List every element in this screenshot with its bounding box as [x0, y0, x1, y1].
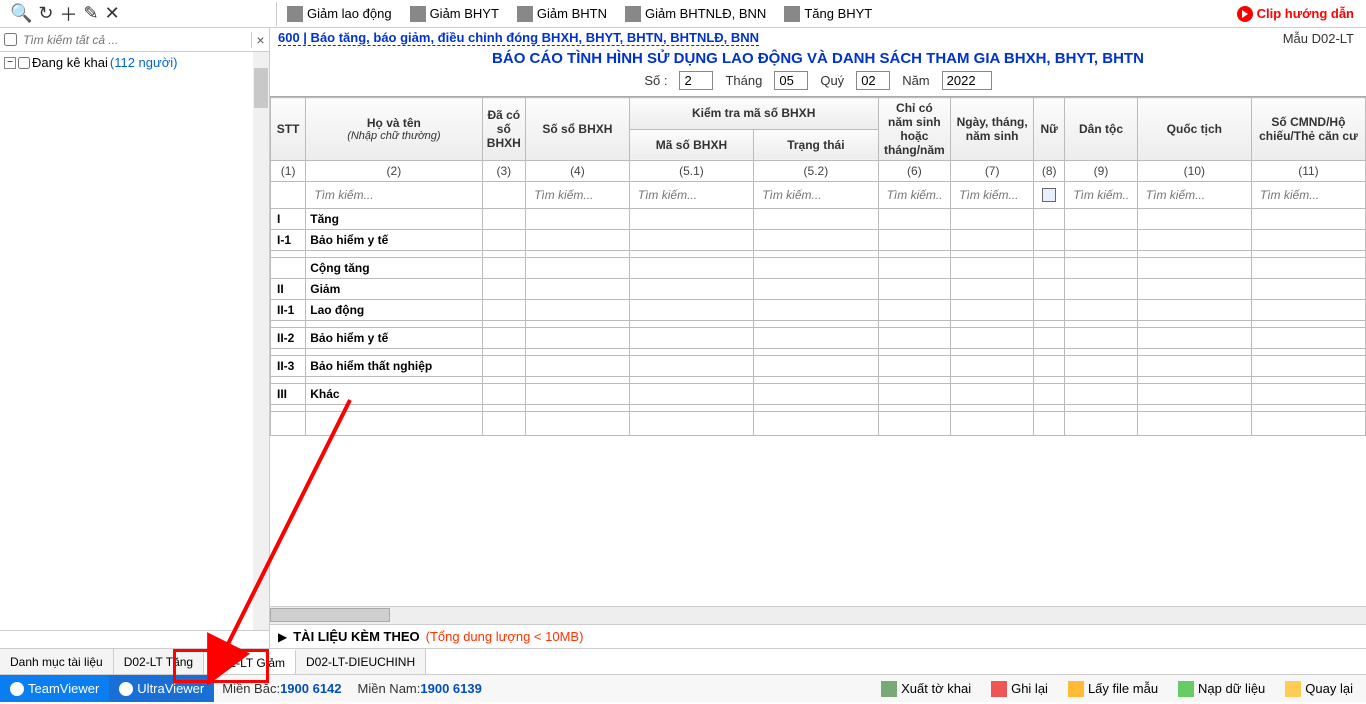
thang-label: Tháng	[725, 73, 762, 88]
filter-maso[interactable]	[634, 185, 749, 205]
btn-label: Giảm BHTN	[537, 6, 607, 21]
filter-nu-checkbox-icon[interactable]	[1042, 188, 1056, 202]
collapse-icon[interactable]: −	[4, 57, 16, 69]
attach-label: TÀI LIỆU KÈM THEO	[293, 629, 419, 644]
tree-root-item[interactable]: − Đang kê khai (112 người)	[4, 54, 265, 71]
giam-bhtnld-button[interactable]: Giảm BHTNLĐ, BNN	[617, 4, 774, 24]
search-all-checkbox[interactable]	[4, 33, 17, 46]
col-cmnd[interactable]: Số CMND/Hộ chiếu/Thẻ căn cư	[1251, 98, 1365, 161]
col-daco[interactable]: Đã có số BHXH	[482, 98, 526, 161]
quy-input[interactable]	[856, 71, 890, 90]
col-soso[interactable]: Số sổ BHXH	[526, 98, 630, 161]
table-row[interactable]	[271, 377, 1366, 384]
tab-d02lt-giam[interactable]: D02-LT Giảm	[204, 649, 296, 674]
card-up-icon	[784, 6, 800, 22]
col-stt[interactable]: STT	[271, 98, 306, 161]
xuat-tokhai-button[interactable]: Xuất tờ khai	[872, 678, 980, 700]
search-icon[interactable]: 🔍	[10, 3, 32, 24]
filter-trangthai[interactable]	[758, 185, 873, 205]
tree-footer	[0, 630, 269, 648]
tang-bhyt-button[interactable]: Tăng BHYT	[776, 4, 880, 24]
grid-hscrollbar[interactable]	[270, 606, 1366, 624]
refresh-icon[interactable]: ↻	[38, 3, 53, 24]
filter-hoten[interactable]	[310, 185, 477, 205]
teamviewer-button[interactable]: TeamViewer	[0, 675, 109, 702]
table-row[interactable]	[271, 405, 1366, 412]
so-label: Số :	[644, 73, 667, 88]
btn-label: Giảm BHTNLĐ, BNN	[645, 6, 766, 21]
col-maso[interactable]: Mã số BHXH	[629, 129, 753, 161]
col-nu[interactable]: Nữ	[1034, 98, 1065, 161]
edit-icon[interactable]: ✎	[84, 3, 99, 24]
tree-root-checkbox[interactable]	[18, 57, 30, 69]
filter-chico[interactable]	[883, 185, 947, 205]
card-down-icon	[517, 6, 533, 22]
ultraviewer-button[interactable]: UltraViewer	[109, 675, 214, 702]
col-ngaysinh[interactable]: Ngày, tháng, năm sinh	[951, 98, 1034, 161]
delete-icon[interactable]: ✕	[105, 3, 120, 24]
save-icon	[991, 681, 1007, 697]
attachments-toggle[interactable]: ▶ TÀI LIỆU KÈM THEO (Tổng dung lượng < 1…	[270, 624, 1366, 648]
filter-dantoc[interactable]	[1069, 185, 1133, 205]
load-icon	[1178, 681, 1194, 697]
tree-count: (112 người)	[110, 55, 178, 70]
col-chico[interactable]: Chỉ có năm sinh hoặc tháng/năm	[878, 98, 951, 161]
quy-label: Quý	[820, 73, 844, 88]
tree-scrollbar[interactable]	[253, 52, 269, 630]
card-down-icon	[410, 6, 426, 22]
add-icon[interactable]: ＋	[60, 1, 78, 27]
phone-north: Miền Bắc:1900 6142	[214, 681, 349, 696]
clip-guide-link[interactable]: Clip hướng dẫn	[1237, 6, 1362, 22]
tab-d02lt-tang[interactable]: D02-LT Tăng	[114, 649, 204, 674]
btn-label: Giảm lao động	[307, 6, 392, 21]
filter-ngaysinh[interactable]	[955, 185, 1029, 205]
teamviewer-icon	[10, 682, 24, 696]
filter-soso[interactable]	[530, 185, 625, 205]
play-icon	[1237, 6, 1253, 22]
table-row[interactable]	[271, 321, 1366, 328]
so-input[interactable]	[679, 71, 713, 90]
giam-bhtn-button[interactable]: Giảm BHTN	[509, 4, 615, 24]
report-title: BÁO CÁO TÌNH HÌNH SỬ DỤNG LAO ĐỘNG VÀ DA…	[270, 48, 1366, 69]
nam-label: Năm	[902, 73, 929, 88]
btn-label: Giảm BHYT	[430, 6, 499, 21]
col-ktms[interactable]: Kiểm tra mã số BHXH	[629, 98, 878, 130]
lay-filemau-button[interactable]: Lấy file mẫu	[1059, 678, 1167, 700]
data-grid[interactable]: STT Họ và tên(Nhập chữ thường) Đã có số …	[270, 97, 1366, 436]
clear-search-icon[interactable]: ×	[251, 32, 269, 48]
search-input[interactable]	[21, 31, 251, 49]
nap-dulieu-button[interactable]: Nạp dữ liệu	[1169, 678, 1274, 700]
table-row[interactable]	[271, 251, 1366, 258]
filter-cmnd[interactable]	[1256, 185, 1361, 205]
attach-note: (Tổng dung lượng < 10MB)	[426, 629, 584, 644]
template-icon	[1068, 681, 1084, 697]
tab-d02lt-dieuchinh[interactable]: D02-LT-DIEUCHINH	[296, 649, 426, 674]
col-quoctich[interactable]: Quốc tịch	[1137, 98, 1251, 161]
ghi-lai-button[interactable]: Ghi lại	[982, 678, 1057, 700]
expand-right-icon: ▶	[278, 630, 287, 644]
tab-danhmuc[interactable]: Danh mục tài liệu	[0, 649, 114, 674]
table-row[interactable]	[271, 349, 1366, 356]
back-icon	[1285, 681, 1301, 697]
card-down-icon	[625, 6, 641, 22]
ultraviewer-icon	[119, 682, 133, 696]
btn-label: Tăng BHYT	[804, 6, 872, 21]
phone-south: Miền Nam:1900 6139	[350, 681, 490, 696]
col-dantoc[interactable]: Dân tộc	[1065, 98, 1138, 161]
employee-tree[interactable]: − Đang kê khai (112 người)	[0, 52, 269, 630]
thang-input[interactable]	[774, 71, 808, 90]
person-down-icon	[287, 6, 303, 22]
col-trangthai[interactable]: Trạng thái	[754, 129, 878, 161]
giam-laodong-button[interactable]: Giảm lao động	[279, 4, 400, 24]
form-template-label: Mẫu D02-LT	[1283, 31, 1358, 46]
clip-label: Clip hướng dẫn	[1257, 6, 1354, 21]
nam-input[interactable]	[942, 71, 992, 90]
export-icon	[881, 681, 897, 697]
tree-label: Đang kê khai	[32, 55, 108, 70]
giam-bhyt-button[interactable]: Giảm BHYT	[402, 4, 507, 24]
doc-code[interactable]: 600 | Báo tăng, báo giảm, điều chỉnh đón…	[278, 30, 759, 46]
filter-quoctich[interactable]	[1142, 185, 1247, 205]
col-hoten[interactable]: Họ và tên(Nhập chữ thường)	[306, 98, 482, 161]
quay-lai-button[interactable]: Quay lại	[1276, 678, 1362, 700]
